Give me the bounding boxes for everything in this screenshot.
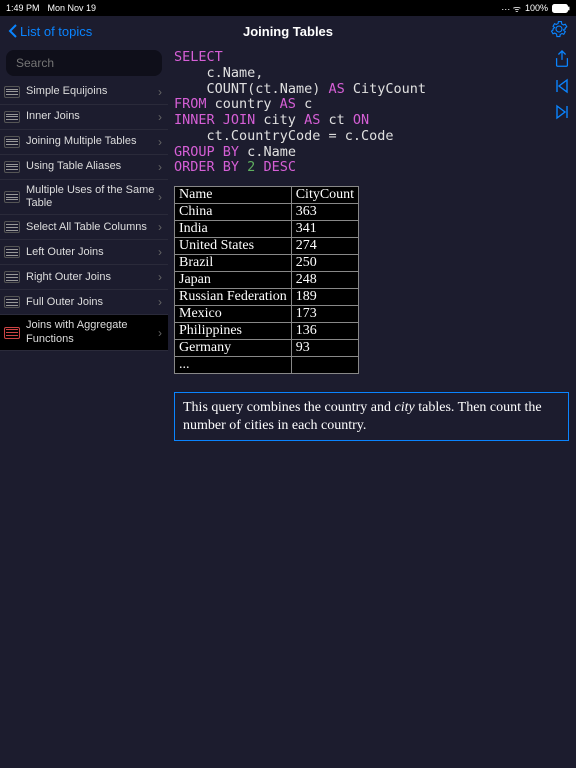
chevron-right-icon: › — [158, 220, 162, 234]
sidebar-item[interactable]: Joining Multiple Tables› — [0, 130, 168, 155]
sidebar-item[interactable]: Using Table Aliases› — [0, 155, 168, 180]
content-area: SELECT c.Name, COUNT(ct.Name) AS CityCou… — [168, 46, 576, 768]
sidebar-item-label: Full Outer Joins — [26, 296, 158, 309]
table-icon — [4, 191, 20, 203]
table-icon — [4, 111, 20, 123]
sidebar-item-label: Joins with Aggregate Functions — [26, 319, 158, 345]
table-cell: 173 — [291, 306, 358, 323]
battery-icon — [552, 4, 570, 13]
search-field[interactable] — [16, 56, 171, 70]
battery-pct: 100% — [525, 3, 548, 13]
table-cell: 248 — [291, 272, 358, 289]
table-cell: United States — [175, 238, 292, 255]
table-cell: China — [175, 204, 292, 221]
table-row: Mexico173 — [175, 306, 359, 323]
chevron-right-icon: › — [158, 190, 162, 204]
table-cell: Mexico — [175, 306, 292, 323]
sidebar-item[interactable]: Inner Joins› — [0, 105, 168, 130]
table-icon — [4, 327, 20, 339]
chevron-right-icon: › — [158, 295, 162, 309]
chevron-right-icon: › — [158, 270, 162, 284]
table-cell: 136 — [291, 323, 358, 340]
sidebar-item-label: Multiple Uses of the Same Table — [26, 184, 158, 210]
table-icon — [4, 246, 20, 258]
sidebar-item-label: Inner Joins — [26, 110, 158, 123]
table-cell: 93 — [291, 340, 358, 357]
wifi-icon: ⋯ ᯤ — [501, 2, 521, 15]
table-icon — [4, 136, 20, 148]
sidebar-item[interactable]: Joins with Aggregate Functions› — [0, 315, 168, 350]
table-cell: India — [175, 221, 292, 238]
result-table: NameCityCount China363India341United Sta… — [174, 186, 359, 374]
table-cell: Brazil — [175, 255, 292, 272]
table-row: Russian Federation189 — [175, 289, 359, 306]
sidebar-item-label: Joining Multiple Tables — [26, 135, 158, 148]
right-toolbar — [554, 50, 570, 120]
chevron-right-icon: › — [158, 85, 162, 99]
status-bar: 1:49 PM Mon Nov 19 ⋯ ᯤ 100% — [0, 0, 576, 16]
table-row: United States274 — [175, 238, 359, 255]
description-box: This query combines the country and city… — [174, 392, 569, 441]
share-icon[interactable] — [554, 50, 570, 68]
settings-button[interactable] — [550, 20, 568, 43]
table-header: CityCount — [291, 187, 358, 204]
sidebar-item[interactable]: Left Outer Joins› — [0, 240, 168, 265]
sidebar-item-label: Simple Equijoins — [26, 85, 158, 98]
table-cell: 189 — [291, 289, 358, 306]
table-row: ... — [175, 357, 359, 374]
sidebar-item[interactable]: Right Outer Joins› — [0, 265, 168, 290]
table-icon — [4, 86, 20, 98]
back-label: List of topics — [20, 24, 92, 39]
table-cell: 363 — [291, 204, 358, 221]
table-cell: 341 — [291, 221, 358, 238]
prev-icon[interactable] — [554, 78, 570, 94]
chevron-right-icon: › — [158, 110, 162, 124]
status-time: 1:49 PM — [6, 3, 40, 13]
table-row: Germany93 — [175, 340, 359, 357]
next-icon[interactable] — [554, 104, 570, 120]
sidebar-item[interactable]: Full Outer Joins› — [0, 290, 168, 315]
table-cell: Japan — [175, 272, 292, 289]
table-cell: Germany — [175, 340, 292, 357]
sql-code: SELECT c.Name, COUNT(ct.Name) AS CityCou… — [174, 50, 572, 176]
desc-text-1: This query combines the country and — [183, 400, 395, 415]
table-icon — [4, 296, 20, 308]
table-cell: Russian Federation — [175, 289, 292, 306]
chevron-left-icon — [8, 24, 18, 38]
gear-icon — [550, 20, 568, 38]
table-icon — [4, 221, 20, 233]
back-button[interactable]: List of topics — [8, 24, 92, 39]
sidebar: Simple Equijoins›Inner Joins›Joining Mul… — [0, 46, 168, 768]
table-row: India341 — [175, 221, 359, 238]
table-row: China363 — [175, 204, 359, 221]
sidebar-item[interactable]: Simple Equijoins› — [0, 80, 168, 105]
sidebar-item[interactable]: Multiple Uses of the Same Table› — [0, 180, 168, 215]
table-row: Philippines136 — [175, 323, 359, 340]
table-cell — [291, 357, 358, 374]
table-cell: Philippines — [175, 323, 292, 340]
table-icon — [4, 161, 20, 173]
chevron-right-icon: › — [158, 135, 162, 149]
search-input[interactable] — [6, 50, 162, 76]
sidebar-item-label: Right Outer Joins — [26, 271, 158, 284]
nav-bar: List of topics Joining Tables — [0, 16, 576, 46]
chevron-right-icon: › — [158, 160, 162, 174]
table-icon — [4, 271, 20, 283]
table-header: Name — [175, 187, 292, 204]
page-title: Joining Tables — [243, 24, 333, 39]
sidebar-item-label: Select All Table Columns — [26, 221, 158, 234]
sidebar-item[interactable]: Select All Table Columns› — [0, 215, 168, 240]
desc-italic: city — [395, 400, 415, 415]
table-row: Japan248 — [175, 272, 359, 289]
chevron-right-icon: › — [158, 245, 162, 259]
table-cell: ... — [175, 357, 292, 374]
table-row: Brazil250 — [175, 255, 359, 272]
table-cell: 274 — [291, 238, 358, 255]
table-cell: 250 — [291, 255, 358, 272]
chevron-right-icon: › — [158, 326, 162, 340]
sidebar-item-label: Using Table Aliases — [26, 160, 158, 173]
sidebar-item-label: Left Outer Joins — [26, 246, 158, 259]
status-date: Mon Nov 19 — [48, 3, 97, 13]
